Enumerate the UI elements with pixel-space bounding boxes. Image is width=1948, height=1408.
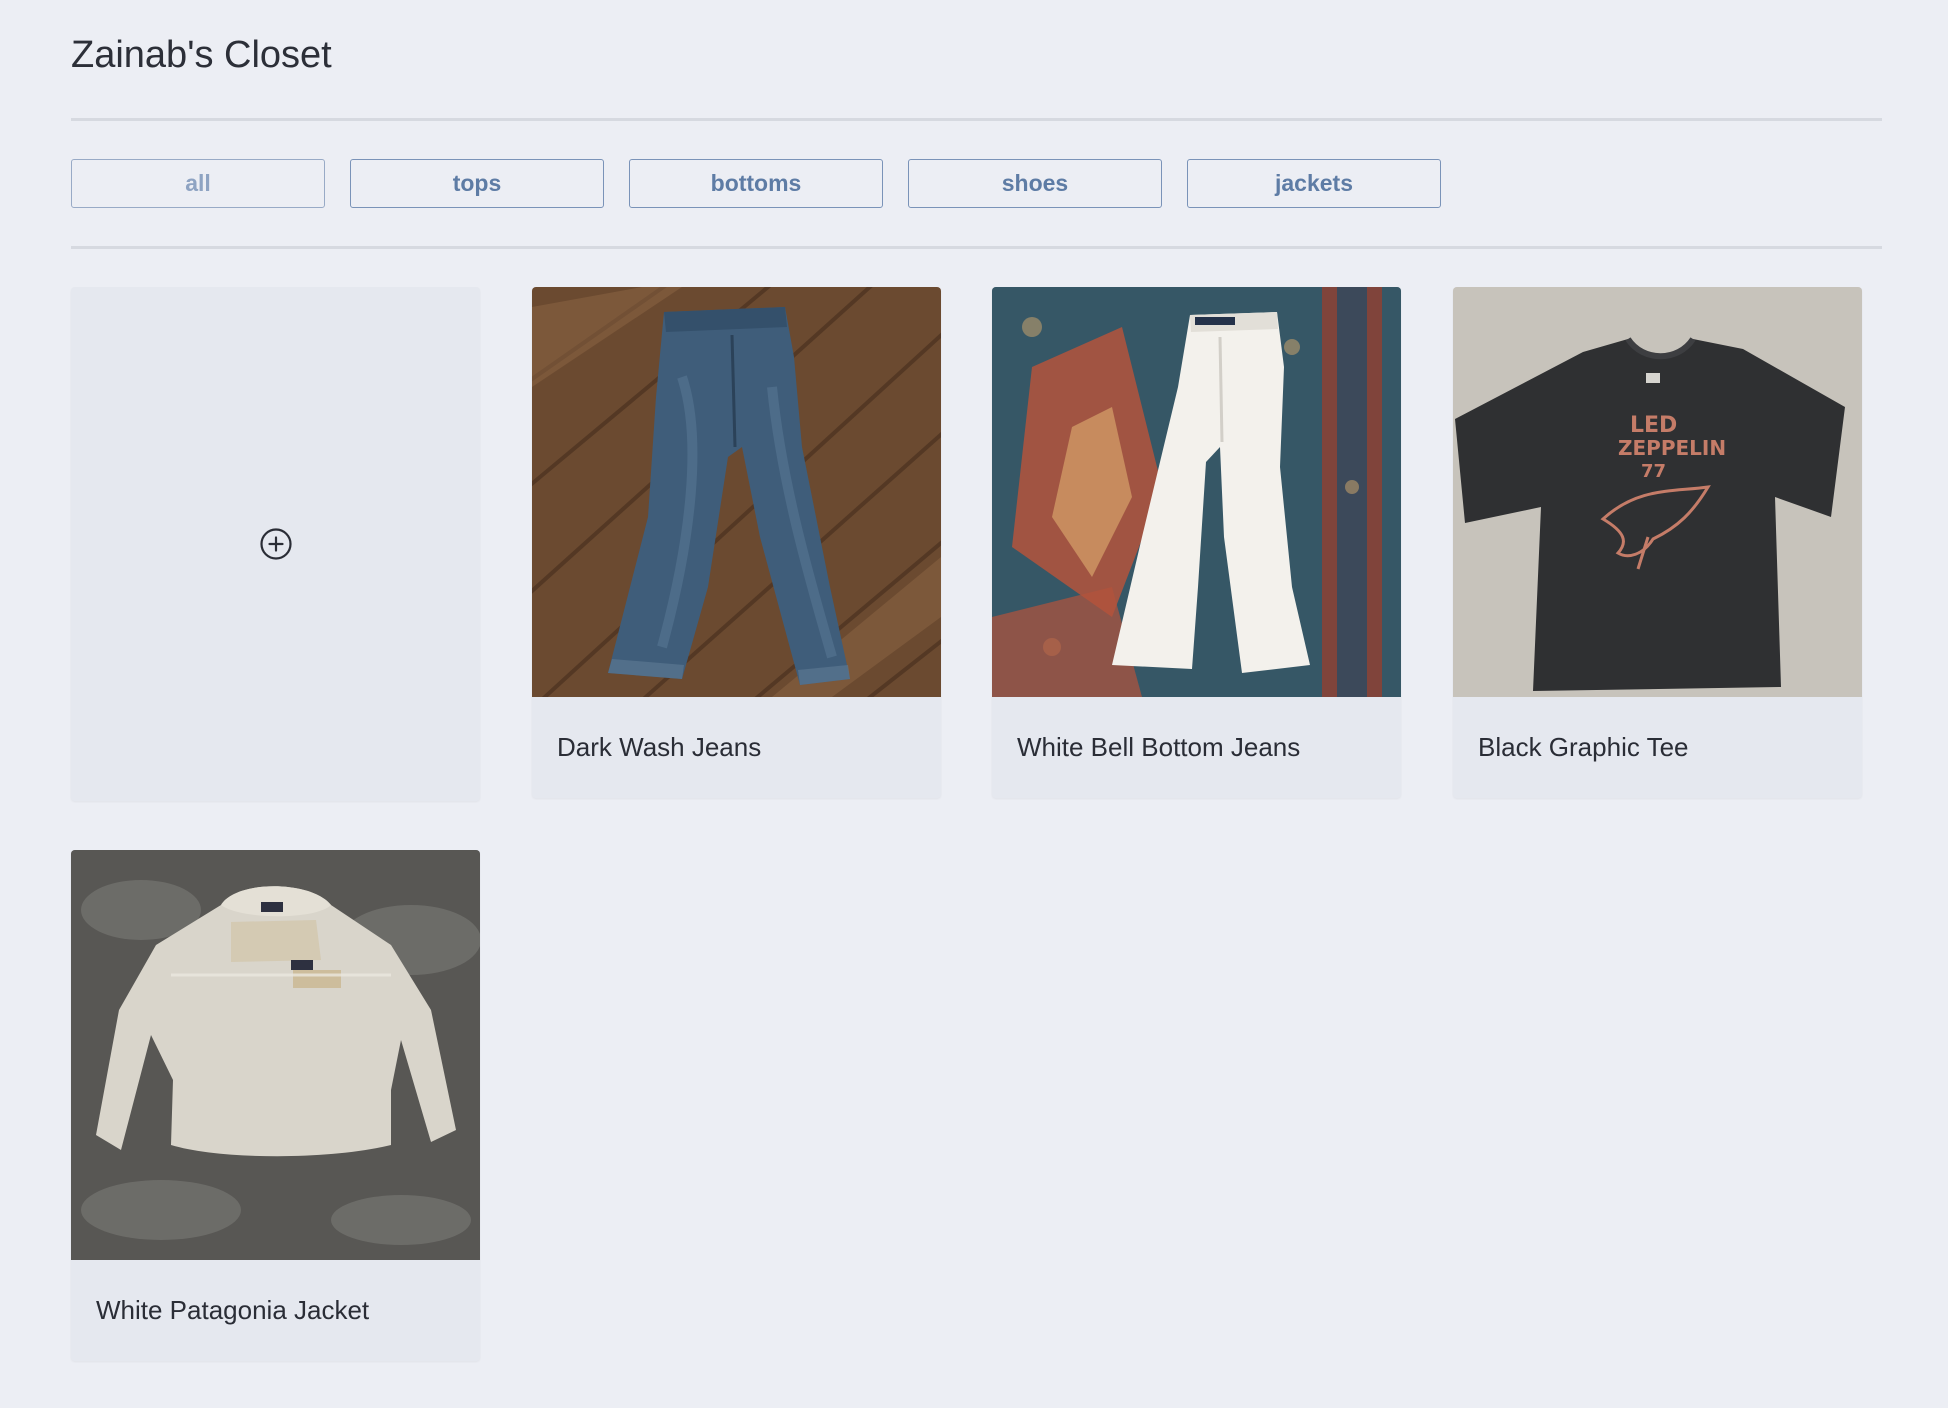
clothing-card[interactable]: Dark Wash Jeans [532, 287, 941, 798]
header-divider [71, 118, 1882, 121]
svg-text:ZEPPELIN: ZEPPELIN [1618, 436, 1726, 460]
clothing-name: White Patagonia Jacket [96, 1295, 370, 1325]
clothing-card[interactable]: White Bell Bottom Jeans [992, 287, 1401, 798]
plus-circle-icon [259, 528, 292, 560]
filter-jackets-button[interactable]: jackets [1187, 159, 1441, 208]
black-graphic-tee-photo: LED ZEPPELIN 77 [1453, 287, 1862, 697]
filter-divider [71, 246, 1882, 249]
clothing-card[interactable]: White Patagonia Jacket [71, 850, 480, 1361]
filter-shoes-button[interactable]: shoes [908, 159, 1162, 208]
filter-bottoms-button[interactable]: bottoms [629, 159, 883, 208]
category-filter-bar: all tops bottoms shoes jackets [71, 159, 1441, 208]
clothing-name: Dark Wash Jeans [557, 732, 762, 762]
clothing-card[interactable]: LED ZEPPELIN 77 Black Graphic Tee [1453, 287, 1862, 798]
svg-text:77: 77 [1641, 461, 1666, 482]
dark-wash-jeans-photo [532, 287, 941, 697]
white-patagonia-jacket-photo [71, 850, 480, 1260]
svg-text:LED: LED [1630, 413, 1677, 438]
add-item-card[interactable] [71, 287, 480, 801]
clothing-name: Black Graphic Tee [1478, 732, 1689, 762]
white-bell-bottom-jeans-photo [992, 287, 1401, 697]
filter-tops-button[interactable]: tops [350, 159, 604, 208]
filter-all-button[interactable]: all [71, 159, 325, 208]
clothing-name: White Bell Bottom Jeans [1017, 732, 1301, 762]
page-title: Zainab's Closet [71, 34, 332, 76]
